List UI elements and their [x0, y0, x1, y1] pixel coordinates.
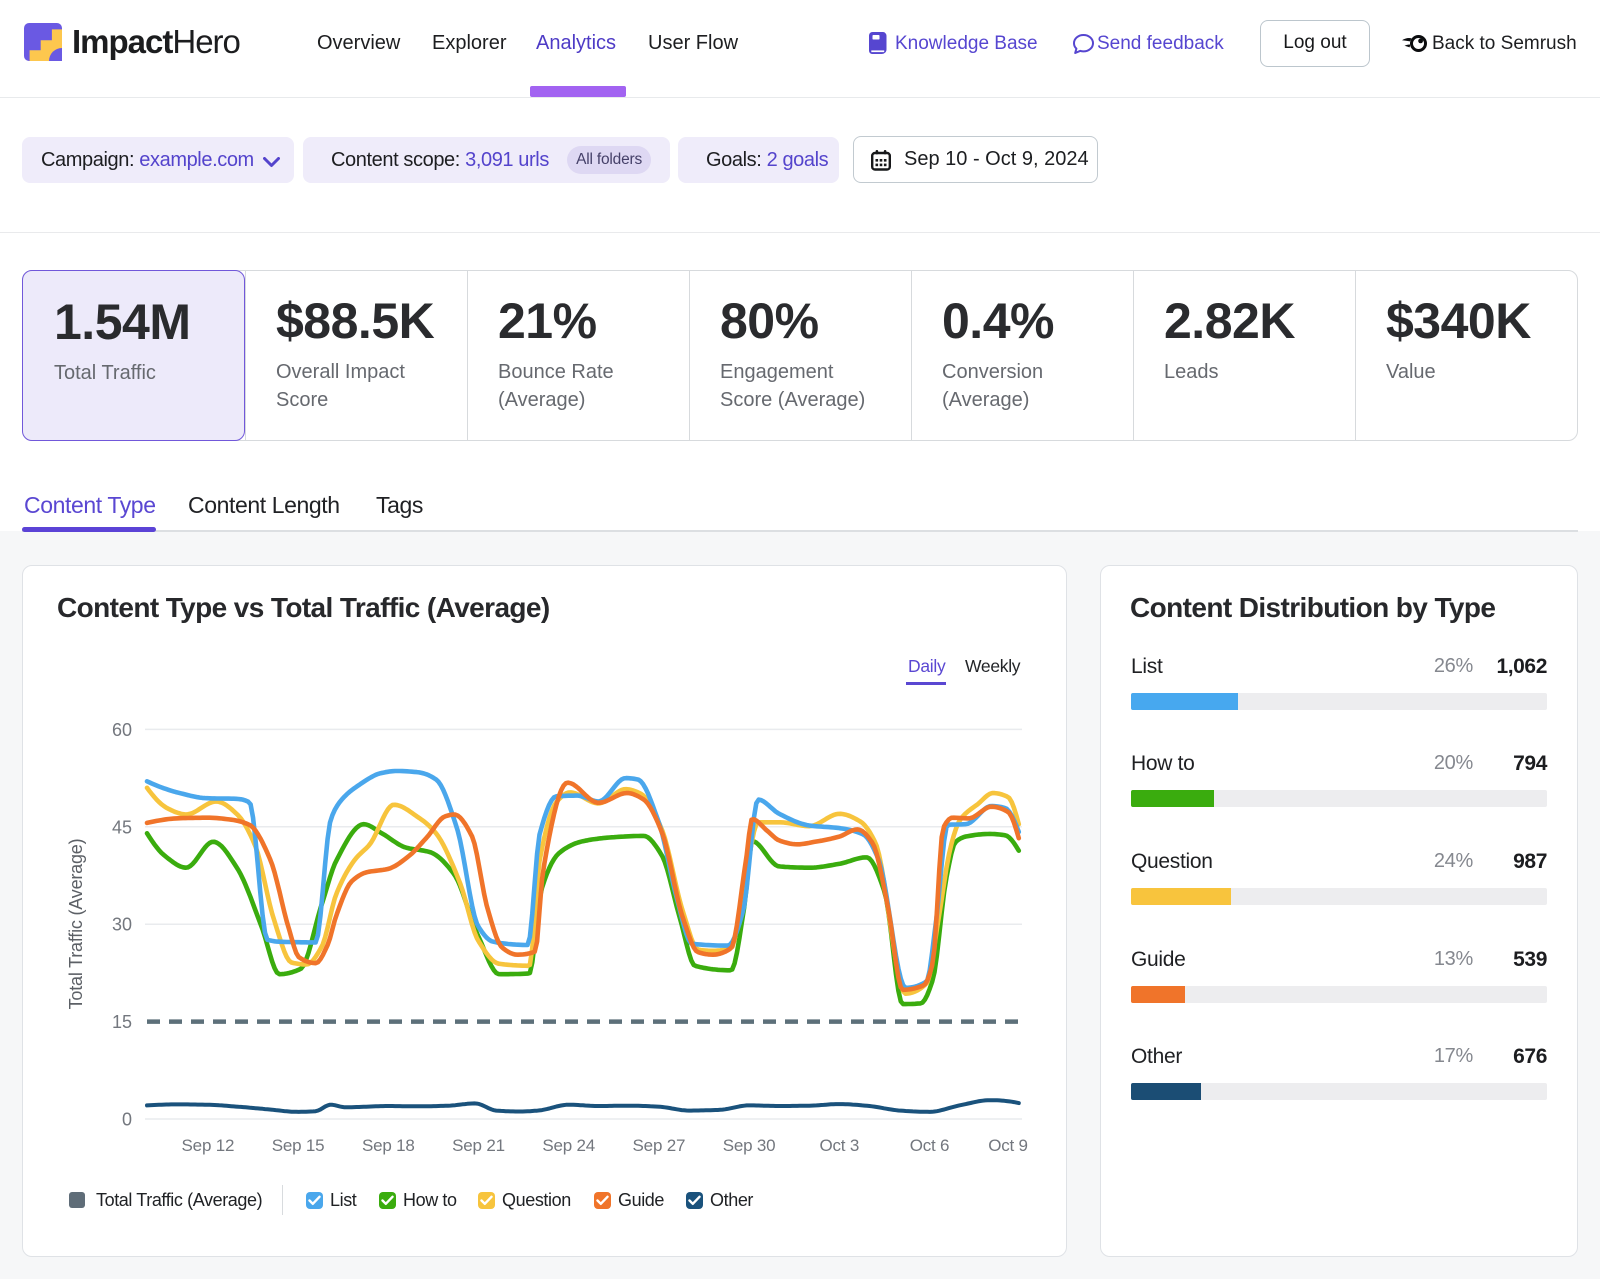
svg-text:Sep 18: Sep 18 [362, 1136, 415, 1155]
svg-text:30: 30 [112, 915, 132, 935]
svg-text:Sep 27: Sep 27 [633, 1136, 686, 1155]
svg-text:Oct 6: Oct 6 [910, 1136, 950, 1155]
svg-text:Oct 3: Oct 3 [819, 1136, 859, 1155]
svg-text:Sep 30: Sep 30 [723, 1136, 776, 1155]
svg-text:Sep 12: Sep 12 [182, 1136, 235, 1155]
svg-text:15: 15 [112, 1012, 132, 1032]
svg-text:Sep 24: Sep 24 [542, 1136, 595, 1155]
svg-text:Total Traffic (Average): Total Traffic (Average) [66, 839, 86, 1010]
svg-text:Oct 9: Oct 9 [988, 1136, 1028, 1155]
svg-text:0: 0 [122, 1110, 132, 1130]
svg-text:60: 60 [112, 720, 132, 740]
svg-text:45: 45 [112, 817, 132, 837]
svg-text:Sep 21: Sep 21 [452, 1136, 505, 1155]
svg-text:Sep 15: Sep 15 [272, 1136, 325, 1155]
